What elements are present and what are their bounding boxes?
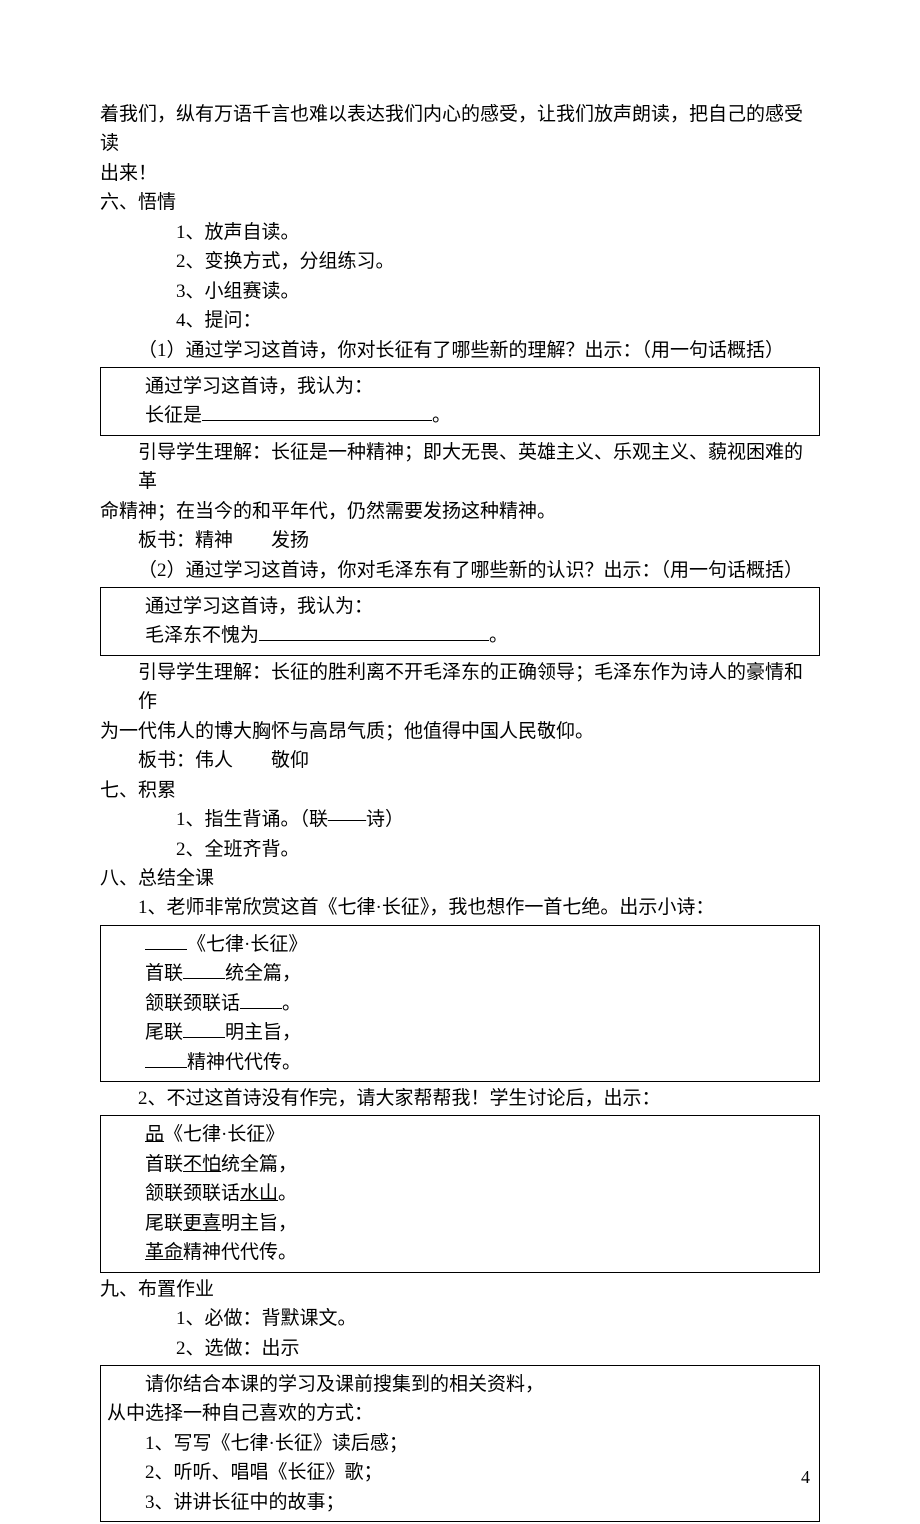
blank-line[interactable]	[202, 401, 432, 421]
s6-guide-1a: 引导学生理解：长征是一种精神；即大无畏、英雄主义、乐观主义、藐视困难的革	[100, 438, 820, 497]
blank-short[interactable]	[240, 989, 282, 1009]
section-9-title: 九、布置作业	[100, 1275, 820, 1304]
s6-item-1: 1、放声自读。	[100, 218, 820, 247]
s6-item-3: 3、小组赛读。	[100, 277, 820, 306]
poem1-line1: 首联统全篇，	[107, 959, 813, 988]
poem2-line4: 革命精神代代传。	[107, 1238, 813, 1267]
s6-guide-2a: 引导学生理解：长征的胜利离不开毛泽东的正确领导；毛泽东作为诗人的豪情和作	[100, 658, 820, 717]
s6-guide-2b: 为一代伟人的博大胸怀与高昂气质；他值得中国人民敬仰。	[100, 717, 820, 746]
boardwork-word-2: 发扬	[271, 530, 309, 551]
s6-guide-1b: 命精神；在当今的和平年代，仍然需要发扬这种精神。	[100, 497, 820, 526]
s6-boardwork-1: 板书：精神 发扬	[100, 526, 820, 555]
poem2-line2: 颔联颈联话水山。	[107, 1179, 813, 1208]
poem2-u4: 革命	[145, 1242, 183, 1263]
s9-box-line2: 从中选择一种自己喜欢的方式：	[107, 1399, 813, 1428]
page-container: 着我们，纵有万语千言也难以表达我们内心的感受，让我们放声朗读，把自己的感受读 出…	[0, 0, 920, 1522]
poem2-u1: 不怕	[183, 1154, 221, 1175]
blank-short[interactable]	[145, 1048, 187, 1068]
s6-item-4: 4、提问：	[100, 306, 820, 335]
s6-box2-suffix: 。	[489, 625, 508, 646]
poem2-u2: 水山	[240, 1183, 278, 1204]
s6-box1-prefix: 长征是	[145, 405, 202, 426]
s8-poem-box-2: 品《七律·长征》 首联不怕统全篇， 颔联颈联话水山。 尾联更喜明主旨， 革命精神…	[100, 1115, 820, 1272]
boardwork-word-2: 敬仰	[271, 750, 309, 771]
poem1-line3: 尾联明主旨，	[107, 1018, 813, 1047]
s6-box2-prefix: 毛泽东不愧为	[145, 625, 259, 646]
poem2-line1: 首联不怕统全篇，	[107, 1150, 813, 1179]
poem2-line3: 尾联更喜明主旨，	[107, 1209, 813, 1238]
poem1-line4: 精神代代传。	[107, 1048, 813, 1077]
s9-item-1: 1、必做：背默课文。	[100, 1304, 820, 1333]
s7-item-1: 1、指生背诵。（联——诗）	[100, 805, 820, 834]
s6-box1-line2: 长征是 。	[107, 401, 813, 430]
poem2-title: 品《七律·长征》	[107, 1120, 813, 1149]
s6-item-2: 2、变换方式，分组练习。	[100, 247, 820, 276]
s6-answer-box-2: 通过学习这首诗，我认为： 毛泽东不愧为 。	[100, 587, 820, 656]
poem1-subtitle: 《七律·长征》	[107, 930, 813, 959]
s6-boardwork-2: 板书：伟人 敬仰	[100, 746, 820, 775]
s6-box2-line1: 通过学习这首诗，我认为：	[107, 592, 813, 621]
boardwork-word-1: 精神	[195, 530, 233, 551]
section-8-title: 八、总结全课	[100, 864, 820, 893]
poem2-u-pin: 品	[145, 1124, 164, 1145]
s6-question-2: （2）通过学习这首诗，你对毛泽东有了哪些新的认识？出示：（用一句话概括）	[100, 556, 820, 585]
s6-answer-box-1: 通过学习这首诗，我认为： 长征是 。	[100, 367, 820, 436]
s6-box1-suffix: 。	[432, 405, 451, 426]
blank-short[interactable]	[183, 959, 225, 979]
s9-item-2: 2、选做：出示	[100, 1334, 820, 1363]
s6-box1-line1: 通过学习这首诗，我认为：	[107, 372, 813, 401]
s9-box-line5: 3、讲讲长征中的故事；	[107, 1488, 813, 1517]
poem1-line2: 颔联颈联话。	[107, 989, 813, 1018]
blank-short[interactable]	[183, 1018, 225, 1038]
section-6-title: 六、悟情	[100, 188, 820, 217]
s7-item-2: 2、全班齐背。	[100, 835, 820, 864]
boardwork-label: 板书：	[138, 530, 195, 551]
page-number: 4	[801, 1464, 810, 1492]
blank-line[interactable]	[259, 621, 489, 641]
s9-box-line3: 1、写写《七律·长征》读后感；	[107, 1429, 813, 1458]
section-7-title: 七、积累	[100, 776, 820, 805]
intro-line-1: 着我们，纵有万语千言也难以表达我们内心的感受，让我们放声朗读，把自己的感受读	[100, 100, 820, 159]
s6-question-1: （1）通过学习这首诗，你对长征有了哪些新的理解？出示：（用一句话概括）	[100, 336, 820, 365]
s8-poem-box-1: 《七律·长征》 首联统全篇， 颔联颈联话。 尾联明主旨， 精神代代传。	[100, 925, 820, 1082]
s9-homework-box: 请你结合本课的学习及课前搜集到的相关资料， 从中选择一种自己喜欢的方式： 1、写…	[100, 1365, 820, 1522]
s9-box-line1: 请你结合本课的学习及课前搜集到的相关资料，	[107, 1370, 813, 1399]
poem2-u3: 更喜	[183, 1213, 221, 1234]
boardwork-word-1: 伟人	[195, 750, 233, 771]
s8-item-1: 1、老师非常欣赏这首《七律·长征》，我也想作一首七绝。出示小诗：	[100, 893, 820, 922]
blank-short[interactable]	[145, 930, 187, 950]
s8-item-2: 2、不过这首诗没有作完，请大家帮帮我！学生讨论后，出示：	[100, 1084, 820, 1113]
intro-line-2: 出来！	[100, 159, 820, 188]
boardwork-label: 板书：	[138, 750, 195, 771]
s9-box-line4: 2、听听、唱唱《长征》歌；	[107, 1458, 813, 1487]
s6-box2-line2: 毛泽东不愧为 。	[107, 621, 813, 650]
